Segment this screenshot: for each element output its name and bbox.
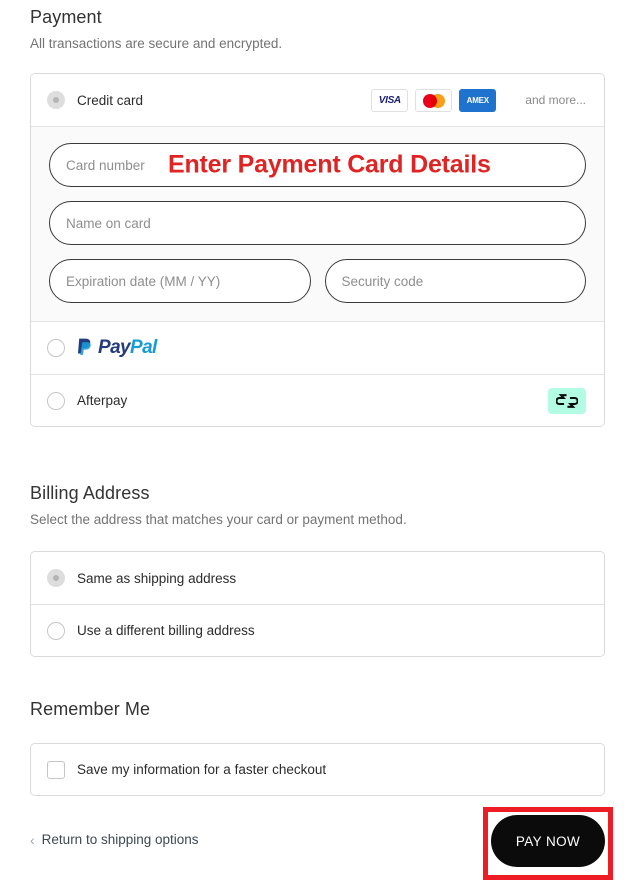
security-code-placeholder: Security code xyxy=(341,273,424,289)
billing-address-title: Billing Address xyxy=(30,483,150,503)
different-billing-address-label: Use a different billing address xyxy=(77,623,255,638)
payment-methods-panel: Credit card VISA AMEX and more... Card n… xyxy=(30,73,605,427)
checkout-payment-page: Payment All transactions are secure and … xyxy=(0,0,638,891)
credit-card-label: Credit card xyxy=(77,92,144,108)
visa-logo: VISA xyxy=(371,88,409,112)
billing-option-different-address[interactable]: Use a different billing address xyxy=(31,604,604,656)
payment-option-afterpay[interactable]: Afterpay xyxy=(31,374,604,426)
security-code-field[interactable]: Security code xyxy=(324,259,586,303)
name-on-card-field[interactable]: Name on card xyxy=(49,201,586,245)
billing-address-subtitle: Select the address that matches your car… xyxy=(30,512,407,527)
save-information-checkbox[interactable] xyxy=(47,760,65,779)
payment-option-credit-card[interactable]: Credit card VISA AMEX and more... xyxy=(31,74,604,126)
remember-me-panel: Save my information for a faster checkou… xyxy=(30,743,605,796)
credit-card-radio[interactable] xyxy=(47,91,65,109)
chevron-left-icon: ‹ xyxy=(30,831,35,848)
afterpay-logo-icon xyxy=(548,387,586,414)
name-on-card-placeholder: Name on card xyxy=(66,215,151,231)
expiration-date-placeholder: Expiration date (MM / YY) xyxy=(66,273,221,289)
different-billing-address-radio[interactable] xyxy=(47,621,65,640)
billing-address-panel: Same as shipping address Use a different… xyxy=(30,551,605,657)
amex-logo: AMEX xyxy=(459,88,497,112)
and-more-label[interactable]: and more... xyxy=(525,93,586,107)
card-brand-logos: VISA AMEX and more... xyxy=(371,88,586,112)
expiration-date-field[interactable]: Expiration date (MM / YY) xyxy=(49,259,311,303)
same-as-shipping-label: Same as shipping address xyxy=(77,570,237,586)
save-information-label: Save my information for a faster checkou… xyxy=(77,762,327,777)
payment-option-paypal[interactable]: Pay Pal xyxy=(31,322,604,374)
paypal-word-pay: Pay xyxy=(98,337,131,358)
paypal-radio[interactable] xyxy=(47,339,65,357)
expiry-security-row: Expiration date (MM / YY) Security code xyxy=(49,259,586,303)
save-information-option[interactable]: Save my information for a faster checkou… xyxy=(31,744,604,795)
payment-subtitle: All transactions are secure and encrypte… xyxy=(30,36,283,51)
page-title: Payment xyxy=(30,7,102,27)
credit-card-form: Card number Enter Payment Card Details N… xyxy=(31,126,604,322)
same-as-shipping-radio[interactable] xyxy=(47,569,65,587)
card-number-field[interactable]: Card number Enter Payment Card Details xyxy=(49,143,586,187)
card-number-placeholder: Card number xyxy=(66,157,145,173)
paypal-logo: Pay Pal xyxy=(77,337,157,359)
return-to-shipping-options-link[interactable]: ‹ Return to shipping options xyxy=(30,832,199,847)
afterpay-radio[interactable] xyxy=(47,391,65,410)
annotation-enter-payment-card-details: Enter Payment Card Details xyxy=(168,150,491,179)
billing-option-same-as-shipping[interactable]: Same as shipping address xyxy=(31,552,604,604)
remember-me-title: Remember Me xyxy=(30,699,151,719)
paypal-p-icon xyxy=(78,338,91,355)
mastercard-logo xyxy=(415,88,453,112)
afterpay-label: Afterpay xyxy=(77,393,128,408)
return-link-label: Return to shipping options xyxy=(41,832,199,847)
paypal-word-pal: Pal xyxy=(130,337,157,358)
pay-now-button[interactable]: PAY NOW xyxy=(491,815,605,867)
